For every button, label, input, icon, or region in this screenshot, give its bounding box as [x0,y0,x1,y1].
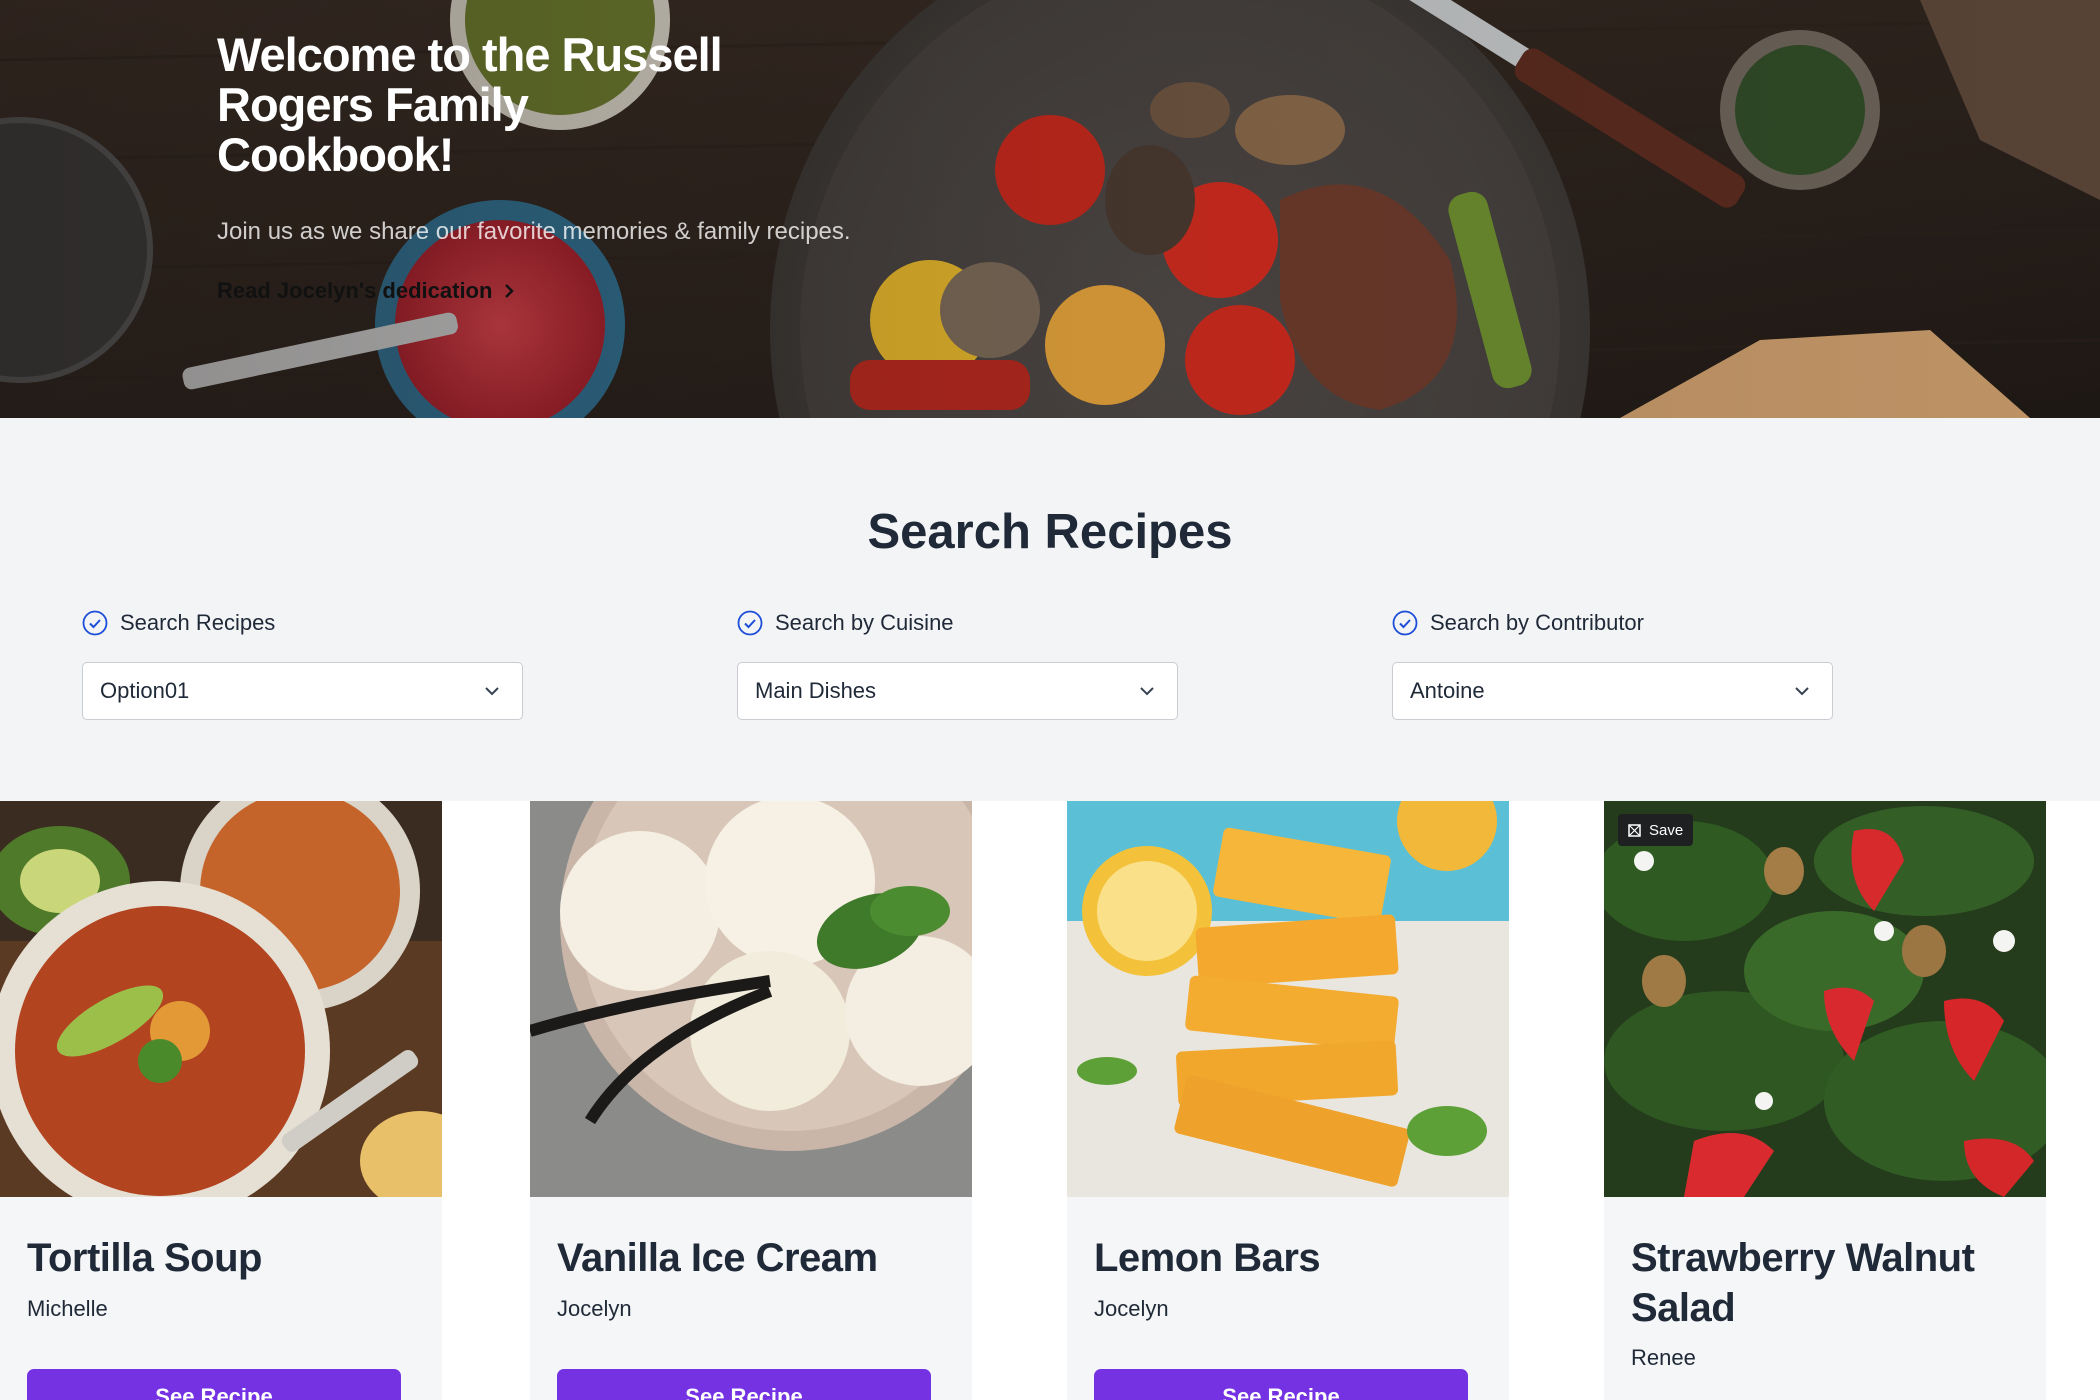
filter-cuisine: Search by Cuisine Main Dishes [737,608,1178,720]
lemon-bars-image [1067,801,1509,1197]
check-circle-icon [82,610,108,636]
contributor-select[interactable]: Antoine [1392,662,1833,720]
vanilla-ice-cream-image [530,801,972,1197]
recipe-image [1067,801,1509,1197]
hero-title: Welcome to the Russell Rogers Family Coo… [217,28,723,181]
tortilla-soup-image [0,801,442,1197]
dedication-link[interactable]: Read Jocelyn's dedication [217,278,516,304]
select-value: Main Dishes [755,678,877,703]
check-circle-icon [1392,610,1418,636]
cuisine-select[interactable]: Main Dishes [737,662,1178,720]
search-title: Search Recipes [867,505,1233,559]
recipe-author: Michelle [27,1296,108,1321]
recipe-card-tortilla-soup[interactable]: Tortilla Soup Michelle See Recipe [0,801,442,1400]
filter-label: Search by Contributor [1392,608,1833,638]
chevron-down-icon [1140,687,1154,696]
filter-label: Search by Cuisine [737,608,1178,638]
chevron-down-icon [1795,687,1809,696]
see-recipe-button[interactable]: See Recipe [27,1369,401,1400]
recipe-image [530,801,972,1197]
recipe-author: Renee [1631,1345,1696,1370]
check-circle-icon [737,610,763,636]
filter-label-text: Search by Cuisine [775,610,954,635]
recipe-card-vanilla-ice-cream[interactable]: Vanilla Ice Cream Jocelyn See Recipe [530,801,972,1400]
chevron-right-icon [505,284,515,298]
filter-contributor: Search by Contributor Antoine [1392,608,1833,720]
select-value: Option01 [100,678,190,703]
search-section: Search Recipes Search Recipes Option01 S… [0,418,2100,801]
select-value: Antoine [1410,678,1485,703]
bookmark-icon [1628,823,1641,837]
filter-label: Search Recipes [82,608,523,638]
strawberry-salad-image [1604,801,2046,1197]
hero-subtitle: Join us as we share our favorite memorie… [217,218,851,245]
recipe-author: Jocelyn [1094,1296,1169,1321]
recipe-author: Jocelyn [557,1296,632,1321]
recipe-title: Strawberry Walnut Salad [1631,1236,1975,1330]
see-recipe-button[interactable]: See Recipe [557,1369,931,1400]
filter-search-recipes: Search Recipes Option01 [82,608,523,720]
filter-label-text: Search Recipes [120,610,276,635]
recipe-card-lemon-bars[interactable]: Lemon Bars Jocelyn See Recipe [1067,801,1509,1400]
recipe-title: Vanilla Ice Cream [557,1236,878,1280]
recipe-image [0,801,442,1197]
save-label: Save [1649,821,1684,839]
hero-banner: Welcome to the Russell Rogers Family Coo… [0,0,2100,418]
filter-label-text: Search by Contributor [1430,610,1644,635]
see-recipe-button[interactable]: See Recipe [1094,1369,1468,1400]
recipe-image: Save [1604,801,2046,1197]
recipe-title: Lemon Bars [1094,1236,1321,1280]
recipe-title: Tortilla Soup [27,1236,262,1280]
recipe-grid: Tortilla Soup Michelle See Recipe Vanill… [0,801,2100,1400]
dedication-link-label: Read Jocelyn's dedication [217,278,493,303]
save-button[interactable]: Save [1618,814,1694,846]
chevron-down-icon [485,687,499,696]
search-recipes-select[interactable]: Option01 [82,662,523,720]
recipe-card-strawberry-walnut-salad[interactable]: Save Strawberry Walnut Salad Renee [1604,801,2046,1400]
